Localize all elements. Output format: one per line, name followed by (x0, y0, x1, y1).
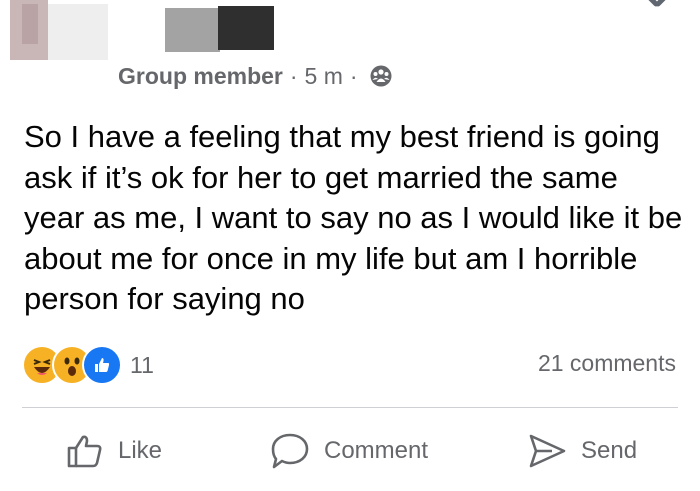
redacted-block (48, 4, 108, 60)
separator-dot: · (289, 62, 298, 89)
comment-label: Comment (324, 437, 429, 464)
reaction-count: 11 (130, 351, 154, 378)
send-icon (529, 434, 566, 468)
redacted-name-block-dark (218, 6, 274, 50)
comments-count-link[interactable]: 21 comments (538, 350, 676, 377)
like-label: Like (118, 437, 163, 464)
like-reaction-icon (82, 345, 122, 385)
post-time[interactable]: 5 m (305, 63, 343, 90)
separator-dot: · (349, 62, 358, 89)
comment-icon (271, 433, 309, 469)
comment-button[interactable]: Comment (270, 428, 428, 474)
redacted-name-block (165, 8, 220, 52)
close-icon[interactable] (638, 0, 678, 14)
divider (22, 407, 678, 408)
send-label: Send (581, 437, 638, 464)
reactions-summary[interactable]: 11 (22, 345, 154, 385)
group-audience-icon (370, 65, 392, 87)
like-icon (67, 435, 102, 468)
author-name[interactable]: Group member (118, 63, 283, 90)
redacted-avatar-detail (22, 4, 38, 44)
like-button[interactable]: Like (66, 428, 162, 474)
post-body: So I have a feeling that my best friend … (24, 119, 683, 316)
post-meta: Group member · 5 m · (118, 62, 393, 90)
send-button[interactable]: Send (527, 428, 637, 474)
